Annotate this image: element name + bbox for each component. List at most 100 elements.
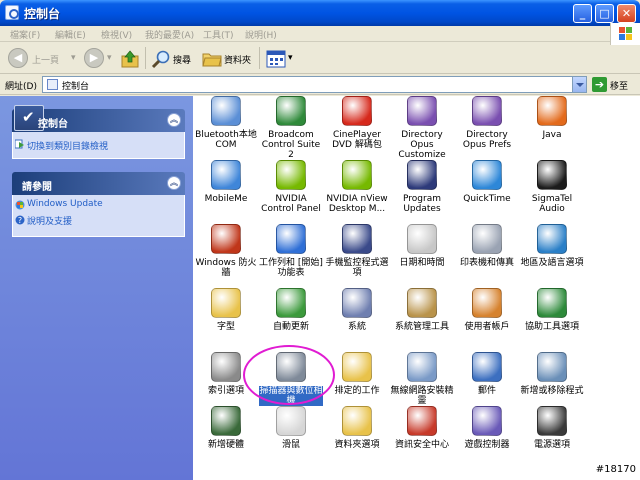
item-label: 系統管理工具 bbox=[394, 322, 449, 332]
back-dropdown-icon[interactable]: ▾ bbox=[71, 53, 76, 63]
control-panel-item[interactable]: 郵件 bbox=[455, 352, 519, 396]
control-panel-item[interactable]: 滑鼠 bbox=[259, 406, 323, 450]
control-panel-item[interactable]: 資料夾選項 bbox=[325, 406, 389, 450]
menu-tools[interactable]: 工具(T) bbox=[203, 28, 234, 41]
item-label: 日期和時間 bbox=[399, 258, 445, 268]
views-icon[interactable] bbox=[266, 50, 286, 68]
control-panel-item[interactable]: Java bbox=[520, 96, 584, 140]
go-button[interactable]: 移至 bbox=[610, 79, 628, 92]
control-panel-item[interactable]: 新增硬體 bbox=[194, 406, 258, 450]
clock-icon bbox=[407, 224, 437, 254]
up-folder-icon[interactable] bbox=[120, 49, 140, 69]
control-panel-panel-header[interactable]: 控制台 ︽ bbox=[12, 105, 185, 132]
control-panel-item[interactable]: QuickTime bbox=[455, 160, 519, 204]
game-controller-icon bbox=[472, 406, 502, 436]
indexing-icon bbox=[211, 352, 241, 382]
control-panel-item[interactable]: 系統 bbox=[325, 288, 389, 332]
address-dropdown-icon[interactable] bbox=[572, 77, 586, 92]
close-button[interactable]: ✕ bbox=[617, 4, 636, 23]
sigmatel-icon bbox=[537, 160, 567, 190]
control-panel-item[interactable]: 印表機和傳真 bbox=[455, 224, 519, 268]
help-and-support-link[interactable]: 說明及支援 bbox=[27, 214, 72, 227]
minimize-button[interactable]: _ bbox=[573, 4, 592, 23]
title-bar[interactable]: 控制台 _ □ ✕ bbox=[0, 0, 640, 26]
control-panel-item[interactable]: 使用者帳戶 bbox=[455, 288, 519, 332]
item-label: 工作列和 [開始] 功能表 bbox=[259, 258, 323, 278]
highlight-circle-annotation bbox=[243, 345, 335, 405]
windows-update-link[interactable]: Windows Update bbox=[27, 199, 103, 209]
control-panel-item[interactable]: SigmaTel Audio bbox=[520, 160, 584, 214]
back-button-label[interactable]: 上一頁 bbox=[32, 53, 59, 66]
item-label: NVIDIA nView Desktop M... bbox=[326, 194, 388, 214]
control-panel-item[interactable]: 協助工具選項 bbox=[520, 288, 584, 332]
search-icon[interactable] bbox=[151, 49, 171, 69]
address-bar: 網址(D) 控制台 ➔ 移至 bbox=[0, 75, 640, 95]
cineplayer-icon bbox=[342, 96, 372, 126]
menu-view[interactable]: 檢視(V) bbox=[101, 28, 132, 41]
control-panel-item[interactable]: 電源選項 bbox=[520, 406, 584, 450]
control-panel-item[interactable]: Bluetooth本地 COM bbox=[194, 96, 258, 150]
back-arrow-icon[interactable]: ◀ bbox=[8, 48, 28, 68]
item-label: 地區及語言選項 bbox=[520, 258, 584, 268]
menu-help[interactable]: 說明(H) bbox=[245, 28, 277, 41]
control-panel-item[interactable]: Program Updates bbox=[390, 160, 454, 214]
item-label: 自動更新 bbox=[272, 322, 309, 332]
item-label: SigmaTel Audio bbox=[531, 194, 573, 214]
java-icon bbox=[537, 96, 567, 126]
control-panel-item[interactable]: 遊戲控制器 bbox=[455, 406, 519, 450]
toolbar-separator bbox=[259, 47, 260, 69]
control-panel-item[interactable]: 字型 bbox=[194, 288, 258, 332]
go-arrow-icon[interactable]: ➔ bbox=[592, 77, 607, 92]
control-panel-item[interactable]: 日期和時間 bbox=[390, 224, 454, 268]
folders-icon[interactable] bbox=[202, 49, 222, 69]
item-label: Program Updates bbox=[403, 194, 441, 214]
control-panel-item[interactable]: 無線網路安裝精靈 bbox=[390, 352, 454, 406]
control-panel-item[interactable]: 地區及語言選項 bbox=[520, 224, 584, 268]
menu-favorites[interactable]: 我的最愛(A) bbox=[145, 28, 194, 41]
item-label: MobileMe bbox=[204, 194, 248, 204]
item-label: 協助工具選項 bbox=[524, 322, 579, 332]
control-panel-item[interactable]: Directory Opus Prefs bbox=[455, 96, 519, 150]
address-field[interactable]: 控制台 bbox=[42, 76, 587, 93]
mouse-icon bbox=[276, 406, 306, 436]
control-panel-item[interactable]: 工作列和 [開始] 功能表 bbox=[259, 224, 323, 278]
task-pane: 控制台 ︽ 切換到類別目錄檢視 請參閱 ︽ Windows Update ? bbox=[0, 96, 193, 480]
item-label: 系統 bbox=[347, 322, 366, 332]
maximize-button[interactable]: □ bbox=[595, 4, 614, 23]
control-panel-item[interactable]: NVIDIA nView Desktop M... bbox=[325, 160, 389, 214]
control-panel-item[interactable]: 系統管理工具 bbox=[390, 288, 454, 332]
forward-arrow-icon[interactable]: ▶ bbox=[84, 48, 104, 68]
forward-dropdown-icon[interactable]: ▾ bbox=[107, 53, 112, 63]
search-button[interactable]: 搜尋 bbox=[173, 53, 191, 66]
control-panel-item[interactable]: Directory Opus Customize bbox=[390, 96, 454, 160]
control-panel-item[interactable]: 自動更新 bbox=[259, 288, 323, 332]
control-panel-icon bbox=[5, 5, 19, 20]
bluetooth-icon bbox=[211, 96, 241, 126]
see-also-panel-header[interactable]: 請參閱 ︽ bbox=[12, 172, 185, 195]
phone-monitor-icon bbox=[342, 224, 372, 254]
item-label: 郵件 bbox=[477, 386, 496, 396]
control-panel-item[interactable]: 新增或移除程式 bbox=[520, 352, 584, 396]
collapse-chevron-icon[interactable]: ︽ bbox=[167, 176, 181, 190]
switch-to-category-view-link[interactable]: 切換到類別目錄檢視 bbox=[27, 139, 108, 152]
fonts-folder-icon bbox=[211, 288, 241, 318]
power-icon bbox=[537, 406, 567, 436]
menu-file[interactable]: 檔案(F) bbox=[10, 28, 40, 41]
control-panel-item[interactable]: 手機監控程式選項 bbox=[325, 224, 389, 278]
folders-button[interactable]: 資料夾 bbox=[224, 53, 251, 66]
item-label: Broadcom Control Suite 2 bbox=[261, 130, 321, 160]
control-panel-item[interactable]: Windows 防火牆 bbox=[194, 224, 258, 278]
auto-update-icon bbox=[276, 288, 306, 318]
broadcom-icon bbox=[276, 96, 306, 126]
mobileme-icon bbox=[211, 160, 241, 190]
control-panel-item[interactable]: NVIDIA Control Panel bbox=[259, 160, 323, 214]
directory-opus-icon bbox=[407, 96, 437, 126]
views-dropdown-icon[interactable]: ▾ bbox=[288, 53, 293, 63]
menu-edit[interactable]: 編輯(E) bbox=[55, 28, 86, 41]
control-panel-item[interactable]: MobileMe bbox=[194, 160, 258, 204]
control-panel-item[interactable]: Broadcom Control Suite 2 bbox=[259, 96, 323, 160]
control-panel-item[interactable]: 資訊安全中心 bbox=[390, 406, 454, 450]
address-value[interactable]: 控制台 bbox=[62, 79, 89, 92]
collapse-chevron-icon[interactable]: ︽ bbox=[167, 113, 181, 127]
control-panel-item[interactable]: CinePlayer DVD 解碼包 bbox=[325, 96, 389, 150]
